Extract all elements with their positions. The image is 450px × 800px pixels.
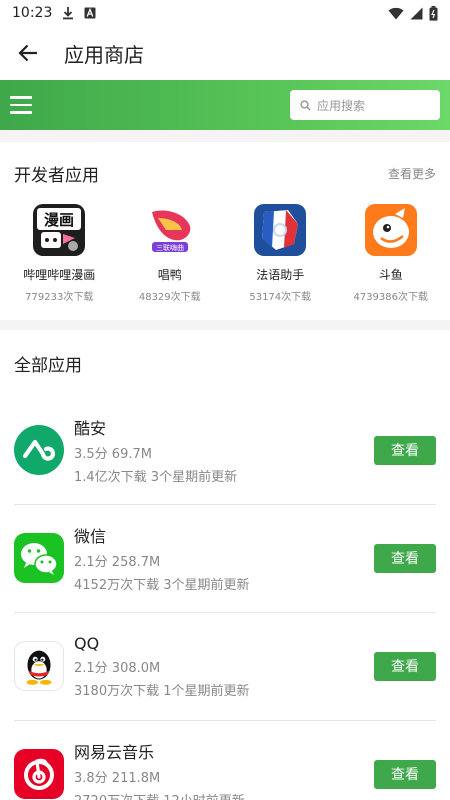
dev-app-name: 唱鸭: [157, 268, 182, 282]
back-button[interactable]: [0, 26, 56, 80]
section-divider: [0, 130, 450, 142]
status-bar: 10:23: [0, 0, 450, 26]
dev-app-downloads: 779233次下载: [25, 292, 94, 303]
app-rating-size: 2.1分 308.0M: [74, 660, 161, 676]
view-button[interactable]: 查看: [374, 759, 436, 789]
view-button[interactable]: 查看: [374, 435, 436, 465]
hamburger-icon: [10, 96, 32, 99]
title-bar: 应用商店: [0, 26, 450, 80]
search-placeholder: 应用搜索: [317, 98, 366, 113]
view-button[interactable]: 查看: [374, 651, 436, 681]
wifi-icon: [388, 7, 404, 20]
netease-music-icon: [14, 749, 64, 799]
dev-app-downloads: 4739386次下载: [353, 292, 429, 303]
app-name: 微信: [74, 527, 107, 546]
app-rating-size: 2.1分 258.7M: [74, 555, 161, 570]
changya-icon: 三联嗨曲: [143, 204, 196, 256]
app-list-item[interactable]: 酷安 3.5分 69.7M 1.4亿次下载 3个星期前更新 查看: [0, 396, 450, 504]
section-divider: [0, 320, 450, 330]
svg-text:三联嗨曲: 三联嗨曲: [156, 243, 184, 252]
app-name: 网易云音乐: [74, 743, 155, 762]
status-time: 10:23: [12, 5, 53, 21]
section-title: 全部应用: [14, 355, 82, 376]
menu-button[interactable]: [10, 92, 36, 118]
app-downloads-updated: 2720万次下载 12小时前更新: [74, 790, 245, 800]
app-name: 酷安: [74, 419, 107, 438]
dev-app-item[interactable]: 漫画 哔哩哔哩漫画 779233次下载: [5, 204, 113, 303]
dev-app-downloads: 53174次下载: [249, 292, 312, 303]
app-rating-size: 3.8分 211.8M: [74, 771, 161, 786]
dev-app-downloads: 48329次下载: [138, 292, 201, 303]
green-toolbar: 应用搜索: [0, 80, 450, 130]
signal-icon: [410, 7, 423, 20]
dev-app-name: 法语助手: [256, 268, 305, 282]
app-list-item[interactable]: 网易云音乐 3.8分 211.8M 2720万次下载 12小时前更新 查看: [0, 720, 450, 800]
dev-app-name: 哔哩哔哩漫画: [23, 268, 96, 282]
battery-icon: [429, 5, 438, 21]
app-list-item[interactable]: 微信 2.1分 258.7M 4152万次下载 3个星期前更新 查看: [0, 504, 450, 612]
douyu-icon: [364, 204, 417, 256]
wechat-icon: [14, 533, 64, 583]
download-icon: [62, 6, 74, 20]
all-apps-section: 全部应用 酷安 3.5分 69.7M 1.4亿次下载 3个星期前更新 查看 微信…: [0, 330, 450, 800]
dev-app-item[interactable]: 三联嗨曲 唱鸭 48329次下载: [116, 204, 224, 303]
see-more-link[interactable]: 查看更多: [388, 165, 436, 182]
app-downloads-updated: 4152万次下载 3个星期前更新: [74, 578, 250, 593]
app-list-item[interactable]: QQ 2.1分 308.0M 3180万次下载 1个星期前更新 查看: [0, 612, 450, 720]
dev-app-item[interactable]: 斗鱼 4739386次下载: [337, 204, 445, 303]
arrow-left-icon: [18, 44, 37, 62]
dev-app-name: 斗鱼: [378, 268, 403, 282]
french-assistant-icon: [254, 204, 307, 256]
svg-text:漫画: 漫画: [44, 211, 74, 229]
app-downloads-updated: 3180万次下载 1个星期前更新: [74, 683, 250, 699]
bilibili-comics-icon: 漫画: [33, 204, 86, 256]
app-rating-size: 3.5分 69.7M: [74, 447, 152, 462]
notification-a-icon: [84, 7, 96, 19]
section-title: 开发者应用: [14, 165, 99, 186]
page-title: 应用商店: [64, 42, 144, 67]
dev-app-item[interactable]: 法语助手 53174次下载: [226, 204, 334, 303]
app-downloads-updated: 1.4亿次下载 3个星期前更新: [74, 470, 238, 485]
search-icon: [300, 99, 311, 111]
app-name: QQ: [74, 633, 100, 653]
developer-apps-section: 开发者应用 查看更多 漫画 哔哩哔哩漫画 779233次下载 三联嗨曲 唱鸭 4…: [0, 142, 450, 320]
view-button[interactable]: 查看: [374, 543, 436, 573]
qq-icon: [14, 641, 64, 691]
search-input[interactable]: 应用搜索: [290, 90, 440, 120]
coolapk-icon: [14, 425, 64, 475]
